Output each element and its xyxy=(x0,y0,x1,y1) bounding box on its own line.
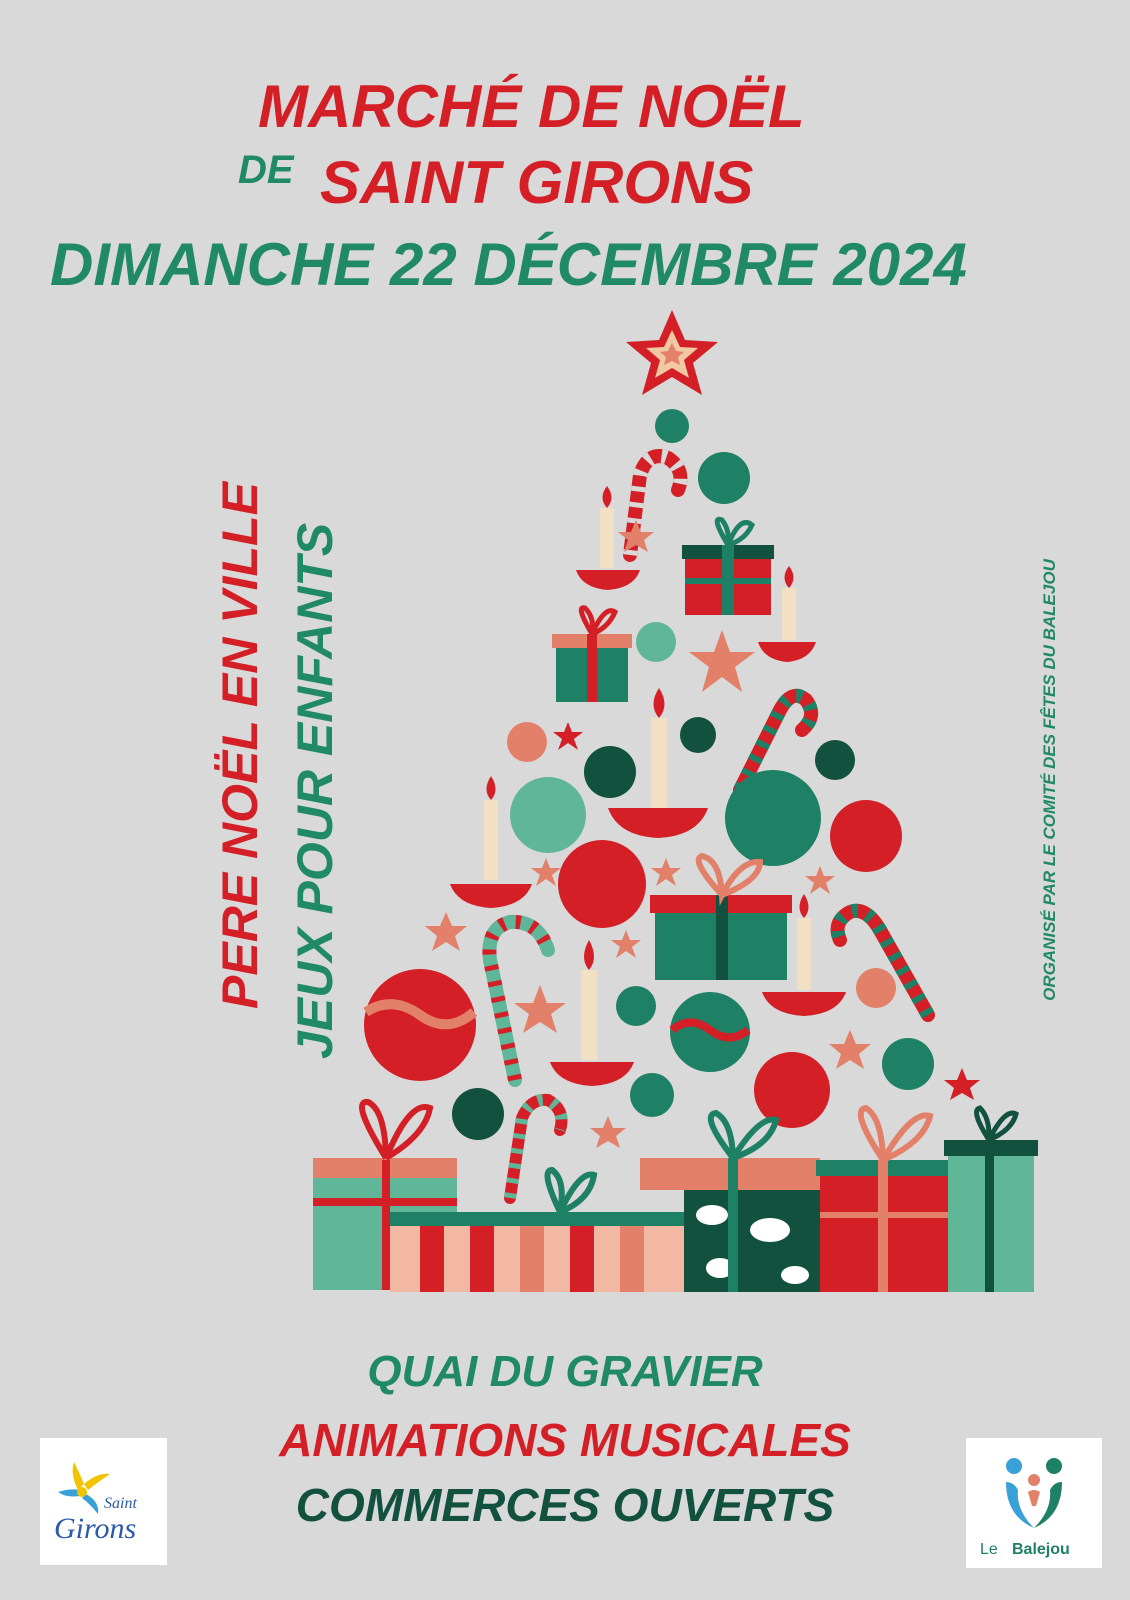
bauble-icon xyxy=(630,1073,674,1117)
star-icon xyxy=(805,866,835,894)
star-icon xyxy=(553,722,583,750)
balejou-family-icon: Le Balejou xyxy=(980,1458,1070,1558)
bauble-icon xyxy=(507,722,547,762)
saint-girons-logo-big: Girons xyxy=(54,1512,136,1545)
gift-icon xyxy=(682,516,774,615)
bauble-icon xyxy=(636,622,676,662)
saint-girons-sun-icon: Saint Girons xyxy=(54,1462,137,1545)
gift-icon xyxy=(552,605,632,702)
commerces-ouverts: COMMERCES OUVERTS xyxy=(295,1479,835,1531)
star-icon xyxy=(944,1068,980,1100)
location-quai-du-gravier: QUAI DU GRAVIER xyxy=(367,1347,763,1396)
organise-par-comite: ORGANISÉ PAR LE COMITÉ DES FÊTES DU BALE… xyxy=(1040,559,1059,1001)
bauble-icon xyxy=(815,740,855,780)
star-icon xyxy=(651,858,681,886)
star-icon xyxy=(514,985,566,1033)
animations-musicales: ANIMATIONS MUSICALES xyxy=(279,1414,851,1466)
star-icon xyxy=(829,1030,871,1069)
star-icon xyxy=(531,858,561,886)
bauble-icon xyxy=(830,800,902,872)
gift-icon xyxy=(944,1105,1038,1292)
bauble-icon xyxy=(584,746,636,798)
jeux-pour-enfants: JEUX POUR ENFANTS xyxy=(287,522,343,1059)
bauble-icon xyxy=(616,986,656,1026)
bauble-icon xyxy=(680,717,716,753)
saint-girons-logo: Saint Girons xyxy=(40,1438,167,1565)
saint-girons-logo-small: Saint xyxy=(104,1495,137,1512)
star-icon xyxy=(689,630,755,692)
gift-icon xyxy=(816,1104,954,1292)
balejou-logo-prefix: Le xyxy=(980,1541,998,1558)
bauble-icon xyxy=(698,452,750,504)
bauble-icon xyxy=(754,1052,830,1128)
bauble-icon xyxy=(510,777,586,853)
balejou-logo: Le Balejou xyxy=(966,1438,1102,1568)
star-icon xyxy=(611,930,641,958)
bauble-icon xyxy=(655,409,689,443)
bauble-icon xyxy=(882,1038,934,1090)
bauble-icon xyxy=(856,968,896,1008)
candy-cane-icon xyxy=(504,1093,568,1204)
bauble-icon xyxy=(452,1088,504,1140)
bauble-icon xyxy=(558,840,646,928)
star-icon xyxy=(425,912,467,951)
pere-noel-en-ville: PERE NOËL EN VILLE xyxy=(212,482,268,1009)
star-icon xyxy=(590,1116,626,1148)
star-icon xyxy=(626,310,718,395)
balejou-logo-name: Balejou xyxy=(1012,1541,1070,1558)
bauble-icon xyxy=(725,770,821,866)
